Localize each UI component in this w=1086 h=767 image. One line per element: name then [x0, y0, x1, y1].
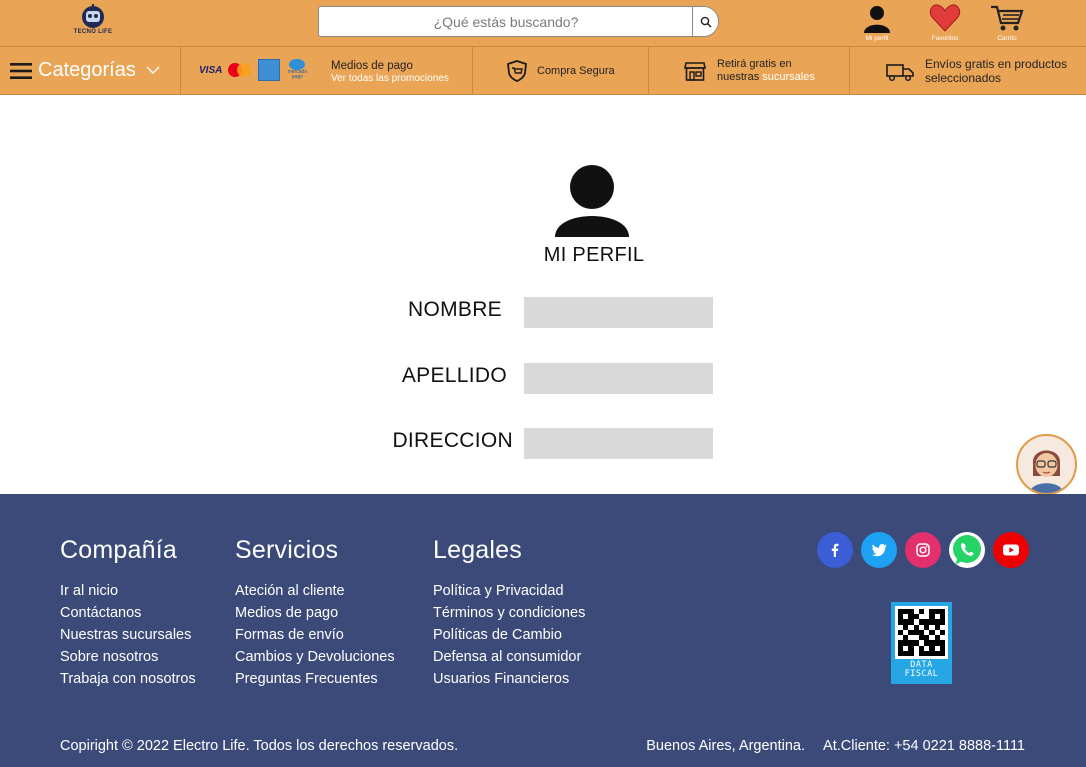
payment-methods-link[interactable]: VISA mercado pago Medios de pago Ver tod… [181, 47, 473, 94]
footer-link[interactable]: Políticas de Cambio [433, 624, 585, 646]
payment-promotions-link[interactable]: Ver todas las promociones [331, 73, 449, 84]
footer-link[interactable]: Ateción al cliente [235, 580, 395, 602]
direccion-field[interactable] [524, 428, 713, 459]
copyright-text: Copiright © 2022 Electro Life. Todos los… [60, 738, 459, 754]
search-icon [700, 16, 712, 28]
location-text: Buenos Aires, Argentina. [646, 738, 806, 754]
direccion-label: DIRECCION [392, 429, 513, 452]
brand-logo-text: TECNO LIFE [73, 29, 113, 35]
user-icon [864, 6, 890, 33]
mercado-pago-text: mercado pago [287, 69, 308, 80]
footer-link[interactable]: Contáctanos [60, 602, 196, 624]
instagram-icon[interactable] [905, 532, 941, 568]
contact-info: Buenos Aires, Argentina. At.Cliente: +54… [646, 738, 1025, 754]
categories-label: Categorías [38, 59, 136, 81]
robot-logo-icon [82, 4, 104, 28]
facebook-icon[interactable] [817, 532, 853, 568]
payment-cards: VISA mercado pago [199, 59, 308, 81]
youtube-icon[interactable] [993, 532, 1029, 568]
mastercard-icon [228, 62, 252, 78]
qr-code-icon [895, 606, 948, 659]
whatsapp-icon[interactable] [949, 532, 985, 568]
customer-service-text: At.Cliente: +54 0221 8888-1111 [823, 738, 1025, 754]
store-pickup-link[interactable]: Retirá gratis en nuestras sucursales [649, 47, 850, 94]
twitter-icon[interactable] [861, 532, 897, 568]
american-express-icon [258, 59, 281, 81]
shipping-line-1: Envíos gratis en productos [925, 57, 1068, 71]
free-shipping-link[interactable]: Envíos gratis en productos seleccionados [850, 47, 1086, 94]
top-header: TECNO LIFE Mi perfil Favoritos [0, 0, 1086, 46]
footer-column-company: Compañía Ir al nicio Contáctanos Nuestra… [60, 536, 196, 690]
footer-legal-title: Legales [433, 536, 522, 564]
profile-avatar-icon [555, 165, 629, 237]
nombre-field[interactable] [524, 297, 713, 328]
pickup-line-1: Retirá gratis en [717, 58, 792, 70]
profile-header-label: Mi perfil [865, 35, 889, 42]
footer-link[interactable]: Trabaja con nosotros [60, 668, 196, 690]
secure-purchase-label: Compra Segura [537, 64, 615, 77]
footer-link[interactable]: Nuestras sucursales [60, 624, 196, 646]
footer-link[interactable]: Política y Privacidad [433, 580, 585, 602]
store-icon [684, 62, 706, 81]
hamburger-menu-icon [10, 62, 32, 79]
categories-menu-button[interactable]: Categorías [0, 47, 181, 94]
secure-purchase-link[interactable]: Compra Segura [473, 47, 649, 94]
search-bar [318, 6, 719, 37]
footer-link[interactable]: Medios de pago [235, 602, 395, 624]
payment-title: Medios de pago [331, 60, 413, 72]
shipping-line-2: seleccionados [925, 71, 1002, 85]
cart-header-button[interactable]: Carrito [987, 3, 1027, 45]
favorites-header-label: Favoritos [931, 35, 959, 42]
footer: Compañía Ir al nicio Contáctanos Nuestra… [0, 494, 1086, 767]
footer-company-title: Compañía [60, 536, 177, 564]
apellido-field[interactable] [524, 363, 713, 394]
footer-link[interactable]: Sobre nosotros [60, 646, 196, 668]
apellido-label: APELLIDO [401, 364, 507, 387]
nombre-label: NOMBRE [408, 298, 502, 321]
footer-link[interactable]: Preguntas Frecuentes [235, 668, 395, 690]
footer-services-title: Servicios [235, 536, 339, 564]
footer-link[interactable]: Ir al nicio [60, 580, 196, 602]
search-input[interactable] [319, 7, 693, 36]
footer-link[interactable]: Cambios y Devoluciones [235, 646, 395, 668]
pickup-line-2a: nuestras [717, 71, 760, 83]
assistant-chat-button[interactable] [1016, 434, 1077, 495]
assistant-avatar-icon [1030, 450, 1063, 493]
visa-logo: VISA [199, 64, 223, 76]
profile-header-button[interactable]: Mi perfil [857, 3, 897, 45]
shield-cart-icon [507, 59, 527, 82]
footer-link[interactable]: Usuarios Financieros [433, 668, 585, 690]
search-button[interactable] [692, 7, 718, 36]
heart-icon [929, 4, 961, 32]
nav-bar: Categorías VISA mercado pago Medios de p… [0, 46, 1086, 95]
data-fiscal-qr[interactable]: DATA FISCAL [891, 602, 952, 684]
chevron-down-icon [146, 66, 160, 74]
footer-link[interactable]: Términos y condiciones [433, 602, 585, 624]
footer-column-services: Servicios Ateción al cliente Medios de p… [235, 536, 395, 690]
footer-link[interactable]: Formas de envío [235, 624, 395, 646]
page-title: MI PERFIL [543, 244, 645, 266]
favorites-header-button[interactable]: Favoritos [925, 3, 965, 45]
footer-column-legal: Legales Política y Privacidad Términos y… [433, 536, 585, 690]
qr-text-2: FISCAL [904, 669, 939, 679]
cart-header-label: Carrito [997, 35, 1017, 42]
pickup-line-2b: sucursales [762, 71, 815, 83]
brand-logo[interactable]: TECNO LIFE [68, 3, 118, 43]
cart-icon [991, 5, 1024, 31]
truck-icon [886, 64, 914, 81]
footer-link[interactable]: Defensa al consumidor [433, 646, 585, 668]
mercado-pago-icon: mercado pago [286, 59, 308, 81]
